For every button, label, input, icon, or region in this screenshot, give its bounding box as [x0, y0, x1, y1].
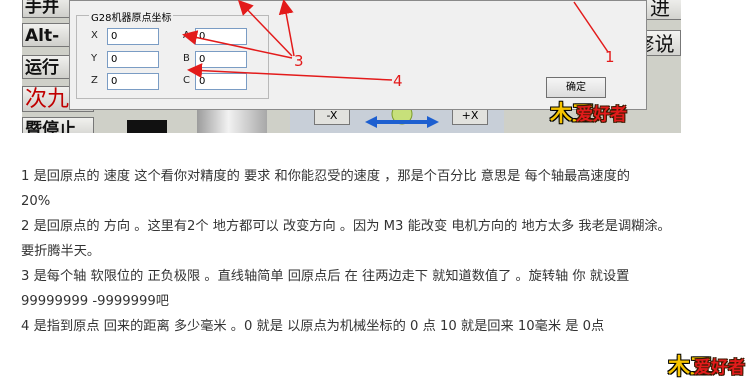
site-logo: 木工 爱好者 [550, 102, 627, 127]
article-line-5: 3 是每个轴 软限位的 正负极限 。直线轴简单 回原点后 在 往两边走下 就知道… [21, 269, 630, 284]
article-line-1: 1 是回原点的 速度 这个看你对精度的 要求 和你能忍受的速度 ，那是个百分比 … [21, 169, 630, 184]
article-line-6: 99999999 -9999999吧 [21, 294, 169, 309]
screenshot-panel: 手并 Alt- 运行 次九 暨停止 进 修说 -X +X G28机器原点坐标 X… [22, 0, 681, 133]
watermark-logo: 木工 爱好者 [668, 355, 745, 380]
article-line-2: 20% [21, 194, 51, 209]
article-line-7: 4 是指到原点 回来的距离 多少毫米 。0 就是 以原点为机械坐标的 0 点 1… [21, 319, 605, 334]
annotation-4: 4 [393, 72, 403, 90]
annotation-3: 3 [294, 52, 304, 70]
article-line-3: 2 是回原点的 方向 。这里有2个 地方都可以 改变方向 。因为 M3 能改变 … [21, 219, 671, 234]
article-text: 1 是回原点的 速度 这个看你对精度的 要求 和你能忍受的速度 ，那是个百分比 … [21, 164, 739, 339]
article-line-4: 要折腾半天。 [21, 244, 101, 259]
annotation-1: 1 [605, 48, 615, 66]
